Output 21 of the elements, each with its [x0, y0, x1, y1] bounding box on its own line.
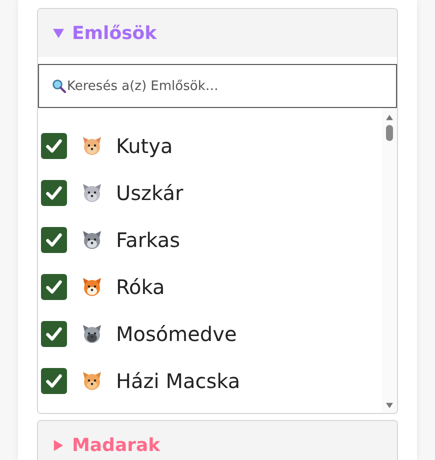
scroll-up-icon[interactable] [385, 114, 394, 121]
animal-label: Házi Macska [116, 368, 240, 392]
expand-triangle-icon [53, 440, 64, 450]
checkbox[interactable] [41, 368, 67, 394]
checkbox[interactable] [41, 320, 67, 346]
animal-label: Kutya [116, 134, 173, 158]
category-header[interactable]: Emlősök [38, 9, 397, 57]
animal-label: Uszkár [116, 180, 184, 204]
animal-label: Róka [116, 274, 165, 298]
scrollbar-thumb[interactable] [386, 125, 393, 141]
animal-label: Mosómedve [116, 322, 237, 346]
checkbox[interactable] [41, 274, 67, 300]
checkbox[interactable] [41, 180, 67, 206]
scroll-down-icon[interactable] [385, 402, 394, 409]
category-header[interactable]: Madarak [38, 421, 397, 460]
checkbox[interactable] [41, 226, 67, 252]
checkbox[interactable] [41, 132, 67, 158]
scrollbar[interactable] [382, 108, 397, 413]
animal-label: Farkas [116, 228, 180, 252]
collapse-triangle-icon [53, 28, 64, 38]
search-field[interactable]: Keresés a(z) Emlősök… [38, 64, 397, 108]
